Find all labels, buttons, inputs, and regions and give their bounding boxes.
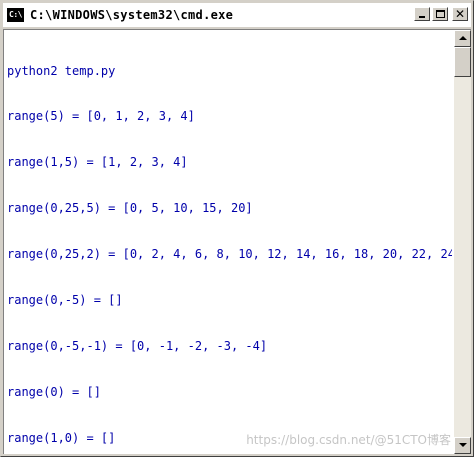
minimize-icon — [419, 16, 425, 18]
window-controls: ✕ — [414, 7, 468, 21]
console-line: range(0) = [] — [7, 384, 101, 399]
cmd-app-icon[interactable]: C:\ — [7, 8, 24, 22]
vertical-scrollbar[interactable] — [454, 30, 471, 454]
maximize-button[interactable] — [432, 7, 448, 21]
window-title: C:\WINDOWS\system32\cmd.exe — [30, 8, 234, 22]
scroll-down-button[interactable] — [454, 437, 471, 454]
console-line: range(0,-5) = [] — [7, 293, 123, 308]
minimize-button[interactable] — [414, 7, 430, 21]
scroll-up-button[interactable] — [454, 30, 471, 47]
arrow-up-icon — [459, 36, 467, 40]
arrow-down-icon — [459, 443, 467, 447]
maximize-icon — [436, 10, 445, 18]
console-line: range(0,25,2) = [0, 2, 4, 6, 8, 10, 12, … — [7, 247, 452, 262]
console-line: range(0,25,5) = [0, 5, 10, 15, 20] — [7, 201, 253, 216]
cmd-window: C:\ C:\WINDOWS\system32\cmd.exe ✕ python… — [0, 0, 474, 457]
console-output[interactable]: python2 temp.py range(5) = [0, 1, 2, 3, … — [4, 30, 452, 454]
console-line: python2 temp.py — [7, 63, 116, 78]
scrollbar-thumb[interactable] — [454, 47, 471, 77]
title-bar[interactable]: C:\ C:\WINDOWS\system32\cmd.exe ✕ — [3, 3, 471, 27]
close-icon: ✕ — [454, 7, 466, 21]
watermark-text: https://blog.csdn.net/@51CTO博客 — [246, 433, 451, 447]
close-button[interactable]: ✕ — [452, 7, 468, 21]
console-client-area[interactable]: python2 temp.py range(5) = [0, 1, 2, 3, … — [3, 29, 471, 454]
console-line: range(1,5) = [1, 2, 3, 4] — [7, 155, 188, 170]
console-line: range(5) = [0, 1, 2, 3, 4] — [7, 109, 195, 124]
console-line: range(0,-5,-1) = [0, -1, -2, -3, -4] — [7, 338, 268, 353]
